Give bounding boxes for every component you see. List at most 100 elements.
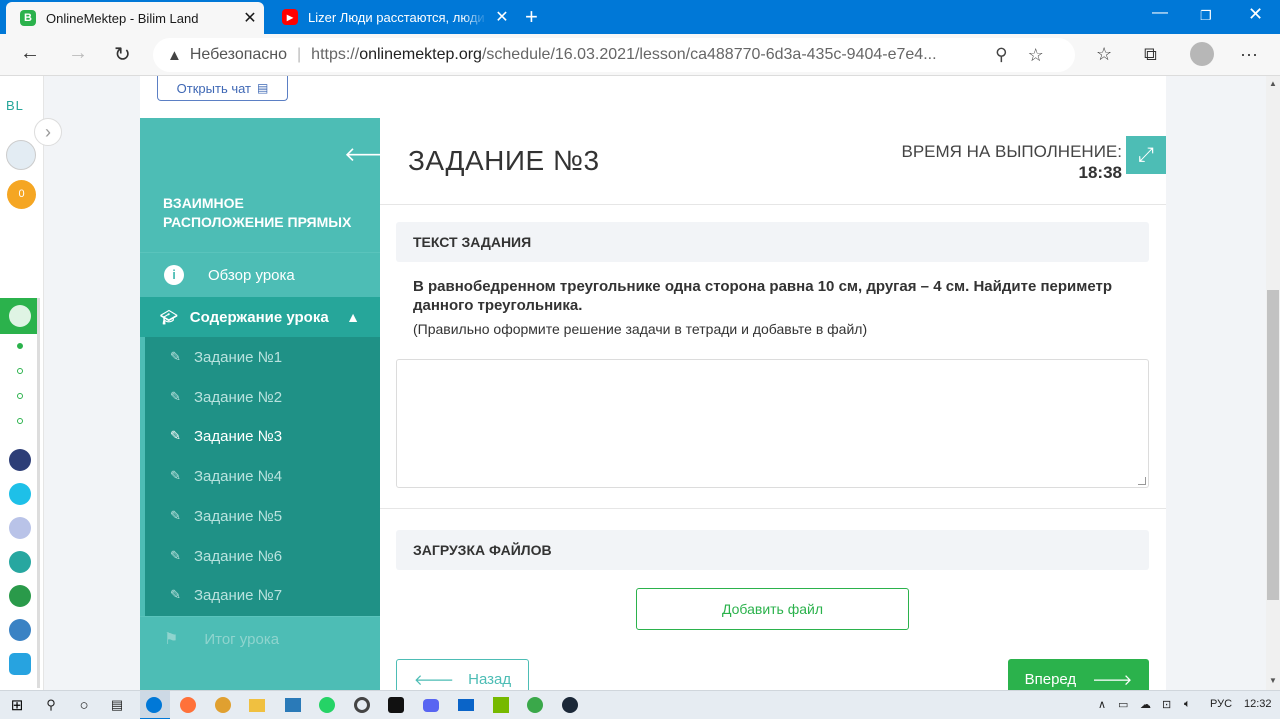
open-chat-button[interactable]: Открыть чат ▤ [157,76,288,101]
nav-dot-icon[interactable] [17,393,23,399]
expand-sidebar-chevron-icon[interactable]: › [34,118,62,146]
app-icon[interactable] [285,698,301,712]
tray-cloud-icon[interactable]: ☁ [1140,698,1151,711]
language-indicator[interactable]: РУС [1210,698,1232,710]
scrollbar-thumb[interactable] [1267,290,1279,600]
back-arrow-icon[interactable]: ← [20,42,40,65]
sidebar-item-task-3[interactable]: ✎ Задание №3 [170,426,282,446]
nav-dot-icon[interactable] [17,368,23,374]
header-divider [380,204,1166,205]
close-tab-icon[interactable]: ✕ [488,7,516,27]
windows-start-icon[interactable]: ⊞ [8,696,26,714]
network-icon[interactable]: ⊡ [1162,698,1171,711]
search-icon[interactable]: ⚲ [42,696,60,714]
tab-youtube[interactable]: ▶ Lizer Люди расстаются, люди уходят ✕ [268,0,516,34]
sidebar-item-task-5[interactable]: ✎ Задание №5 [170,506,282,526]
edit-icon: ✎ [170,548,181,563]
add-file-button[interactable]: Добавить файл [636,588,909,630]
app-circle-icon[interactable] [354,697,370,713]
minimize-icon[interactable]: — [1152,4,1168,22]
task-label: Задание №4 [194,467,283,485]
content-label: Содержание урока [189,308,329,326]
firefox-icon[interactable] [180,697,196,713]
bilimland-logo[interactable]: BL [6,98,24,113]
sidebar-item-task-1[interactable]: ✎ Задание №1 [170,347,282,367]
page-scrollbar[interactable]: ▲ ▼ [1266,76,1280,690]
warning-icon: ▲ [167,46,182,64]
next-label: Вперед [1024,670,1077,688]
bilimland-favicon-icon: B [20,10,36,26]
tab-title: OnlineMektep - Bilim Land [46,10,199,26]
close-tab-icon[interactable]: ✕ [236,8,264,28]
onlinemektep-app-icon[interactable] [0,298,40,334]
keyboard-icon[interactable] [9,517,31,539]
smart-nation-icon[interactable] [9,449,31,471]
arrow-left-icon: 🡐 [413,671,455,689]
whatsapp-icon[interactable] [319,697,335,713]
collections-icon[interactable]: ⧉ [1144,44,1157,65]
bilimland-app-icon[interactable] [9,551,31,573]
checklist-icon[interactable] [9,653,31,675]
nav-dot-icon[interactable] [17,343,23,349]
sidebar-item-task-7[interactable]: ✎ Задание №7 [170,585,282,605]
chrome-icon[interactable] [215,697,231,713]
profile-avatar[interactable] [1190,42,1214,66]
user-avatar[interactable] [6,140,36,170]
zoom-icon[interactable]: ⚲ [995,45,1007,65]
help-icon[interactable] [9,483,31,505]
file-explorer-icon[interactable] [249,699,265,712]
sidebar-item-overview[interactable]: i Обзор урока [140,252,380,297]
more-menu-icon[interactable]: ··· [1240,44,1258,65]
bilim-class-icon[interactable] [9,619,31,641]
windows-taskbar: ⊞ ⚲ ○ ▤ ∧ ▭ ☁ ⊡ 🔈︎ РУС 12:32 [0,690,1280,719]
new-tab-plus-icon[interactable]: + [525,4,538,30]
back-arrow-icon[interactable]: 🡐 [344,142,398,167]
resize-grip-icon[interactable] [1138,477,1146,485]
sidebar-item-task-4[interactable]: ✎ Задание №4 [170,466,282,486]
answer-textarea[interactable] [396,359,1149,488]
edit-icon: ✎ [170,428,181,443]
chevron-up-icon: ▲ [346,309,360,325]
discord-icon[interactable] [423,699,439,712]
sidebar-item-task-6[interactable]: ✎ Задание №6 [170,546,282,566]
clock[interactable]: 12:32 [1244,698,1272,710]
epic-games-icon[interactable] [388,697,404,713]
task-view-icon[interactable]: ▤ [108,696,126,714]
fullscreen-expand-icon[interactable]: ⤢ [1126,136,1166,174]
scroll-down-icon[interactable]: ▼ [1269,676,1277,685]
tray-chevron-up-icon[interactable]: ∧ [1098,698,1106,711]
cortana-icon[interactable]: ○ [75,696,93,714]
favorites-icon[interactable]: ☆ [1096,44,1112,65]
refresh-icon[interactable]: ↻ [114,42,131,67]
info-icon: i [164,265,184,285]
leftbar-scrollbar[interactable] [37,298,40,688]
bilim-land-icon[interactable] [9,585,31,607]
favorite-star-icon[interactable]: ☆ [1028,45,1044,66]
timer-value: 18:38 [1078,163,1122,182]
volume-icon[interactable]: 🔈︎ [1184,698,1191,711]
tray-device-icon[interactable]: ▭ [1118,698,1128,711]
edit-icon: ✎ [170,587,181,602]
forward-arrow-icon[interactable]: → [68,42,88,65]
restore-icon[interactable]: ❐ [1200,8,1212,24]
mail-icon[interactable] [458,699,474,711]
chat-icon: ▤ [257,81,269,95]
url-text: https://onlinemektep.org/schedule/16.03.… [311,46,937,63]
edit-icon: ✎ [170,389,181,404]
steam-icon[interactable] [562,697,578,713]
utorrent-icon[interactable] [527,697,543,713]
insecure-label: Небезопасно [189,46,288,63]
sidebar-item-summary[interactable]: ⚑ Итог урока [140,616,380,661]
url-field[interactable]: ▲ Небезопасно | https://onlinemektep.org… [153,38,1075,72]
nav-dot-icon[interactable] [17,418,23,424]
youtube-favicon-icon: ▶ [282,9,298,25]
sidebar-item-content[interactable]: 🎓︎ Содержание урока ▲ [140,297,380,337]
tab-onlinemektep[interactable]: B OnlineMektep - Bilim Land ✕ [6,2,264,34]
sidebar-item-task-2[interactable]: ✎ Задание №2 [170,387,282,407]
section-divider [380,508,1166,509]
task-text: В равнобедренном треугольнике одна сторо… [413,278,1113,314]
nvidia-icon[interactable] [493,697,509,713]
close-window-icon[interactable]: ✕ [1248,4,1263,25]
edge-icon[interactable] [146,697,162,713]
scroll-up-icon[interactable]: ▲ [1269,79,1277,88]
